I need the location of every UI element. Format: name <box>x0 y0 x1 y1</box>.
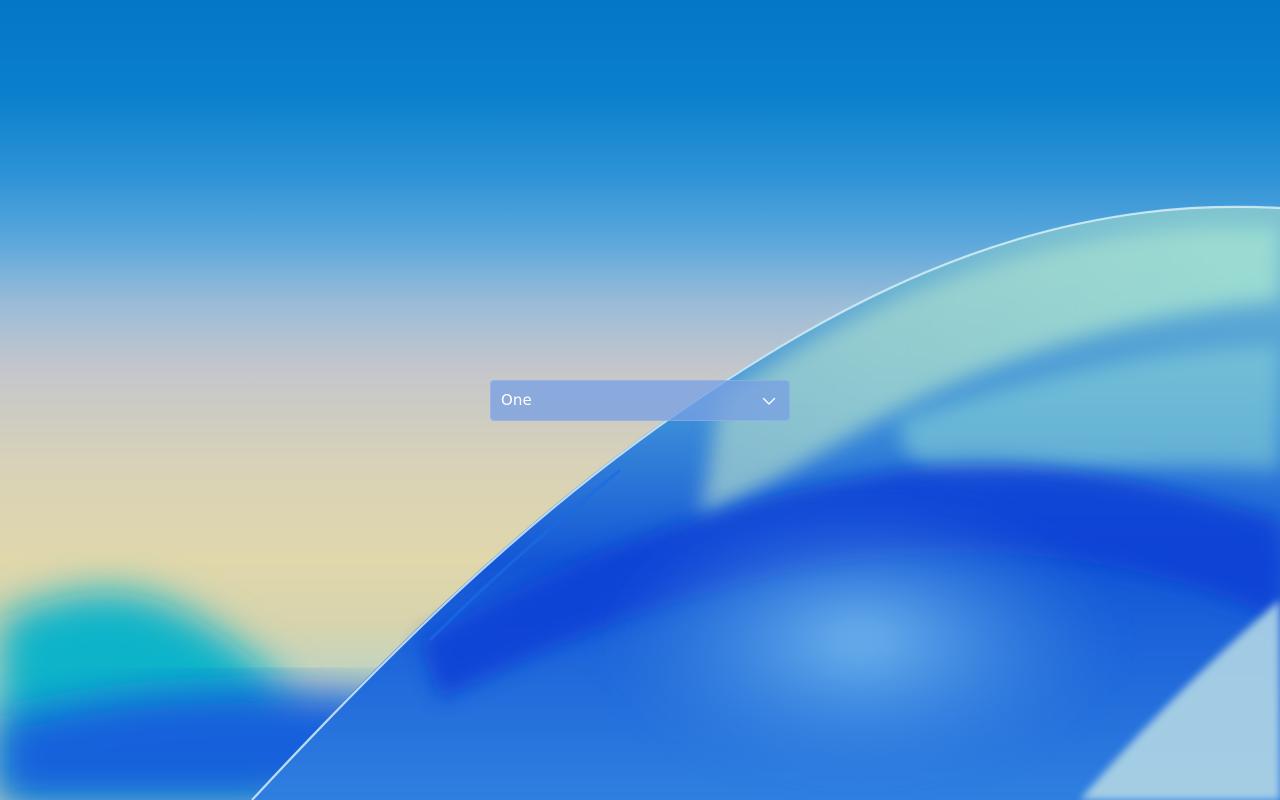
chevron-down-icon[interactable] <box>759 391 779 411</box>
desktop: One <box>0 0 1280 800</box>
selection-combobox[interactable]: One <box>490 380 790 421</box>
combobox-selected-value: One <box>501 391 532 409</box>
